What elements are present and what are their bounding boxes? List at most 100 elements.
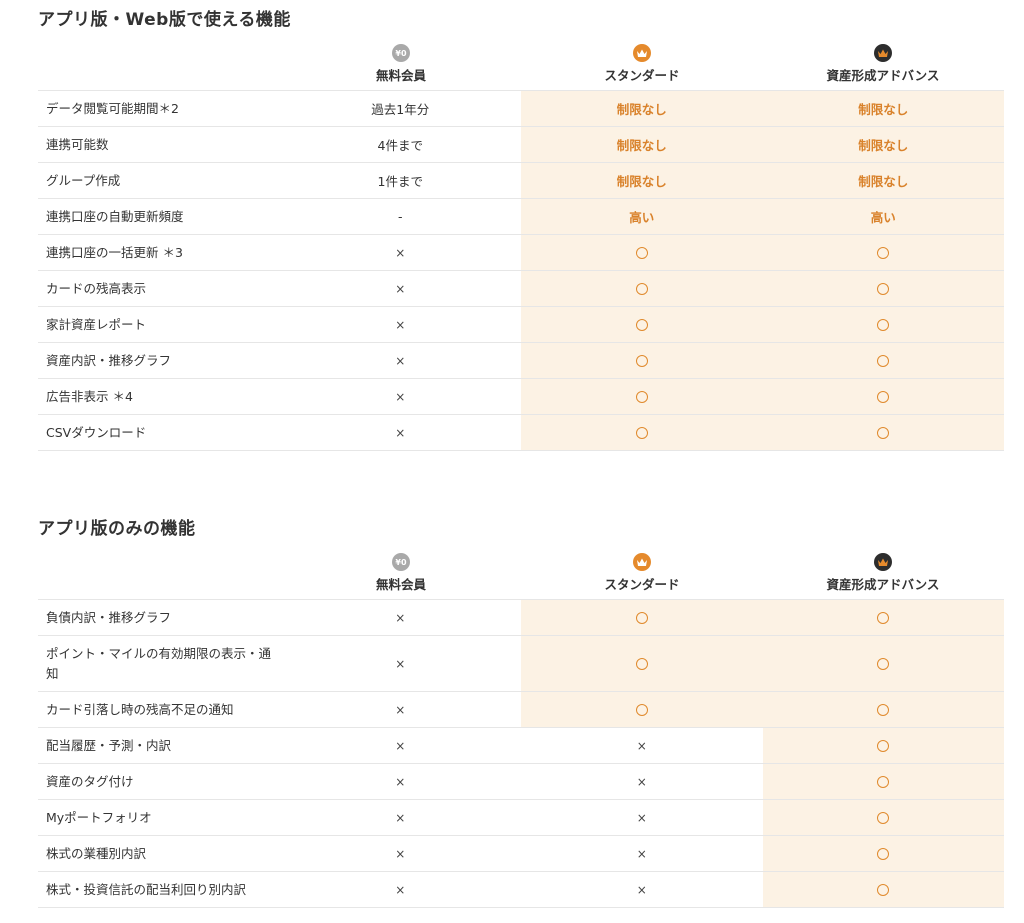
cross-mark: ×: [395, 882, 406, 897]
section-title: アプリ版のみの機能: [38, 519, 196, 539]
table-row: 連携口座の自動更新頻度 - 高い 高い: [38, 199, 1005, 235]
value-free: ×: [280, 235, 522, 270]
value-standard: [521, 415, 763, 450]
value-standard: [521, 600, 763, 635]
feature-label: 配当履歴・予測・内訳: [46, 737, 172, 753]
check-circle-icon: [877, 847, 890, 860]
value-standard: ×: [521, 872, 763, 907]
check-circle-icon: [635, 318, 648, 331]
cross-mark: ×: [395, 774, 406, 789]
cross-mark: ×: [395, 810, 406, 825]
crown-icon: [633, 553, 651, 571]
table-row: カードの残高表示 ×: [38, 271, 1005, 307]
table-row: 株式・投資信託の配当利回り別内訳 × ×: [38, 872, 1005, 908]
plan-standard: スタンダード: [521, 44, 763, 84]
value-text: 制限なし: [616, 138, 667, 153]
cross-mark: ×: [395, 656, 406, 671]
value-advance: [762, 636, 1005, 691]
value-text: 制限なし: [858, 138, 909, 153]
value-standard: [521, 235, 763, 270]
cross-mark: ×: [636, 846, 647, 861]
value-free: ×: [280, 728, 522, 763]
plan-label-standard: スタンダード: [604, 577, 680, 592]
value-free: ×: [280, 415, 522, 450]
cross-mark: ×: [395, 610, 406, 625]
feature-label: 負債内訳・推移グラフ: [46, 609, 172, 625]
value-text: 4件まで: [377, 138, 423, 153]
table-row: 株式の業種別内訳 × ×: [38, 836, 1005, 872]
plan-label-standard: スタンダード: [604, 68, 680, 83]
value-advance: [762, 836, 1005, 871]
value-standard: ×: [521, 728, 763, 763]
cross-mark: ×: [395, 702, 406, 717]
table-row: 資産のタグ付け × ×: [38, 764, 1005, 800]
value-advance: [762, 415, 1005, 450]
check-circle-icon: [877, 657, 890, 670]
check-circle-icon: [635, 703, 648, 716]
value-advance: [762, 379, 1005, 414]
table-row: データ閲覧可能期間＊2 過去1年分 制限なし 制限なし: [38, 91, 1005, 127]
value-standard: [521, 271, 763, 306]
value-text: 高い: [870, 210, 896, 225]
value-free: ×: [280, 307, 522, 342]
value-text: 1件まで: [377, 174, 423, 189]
check-circle-icon: [635, 426, 648, 439]
value-free: -: [280, 199, 522, 234]
yen-badge-icon: ¥0: [392, 553, 410, 571]
value-standard: [521, 343, 763, 378]
value-standard: 制限なし: [521, 127, 763, 162]
cross-mark: ×: [636, 882, 647, 897]
feature-label: 株式・投資信託の配当利回り別内訳: [46, 881, 247, 897]
table-row: 連携口座の一括更新 ＊3 ×: [38, 235, 1005, 271]
value-advance: [762, 307, 1005, 342]
value-standard: 制限なし: [521, 163, 763, 198]
plan-free: ¥0 無料会員: [280, 44, 522, 84]
check-circle-icon: [877, 703, 890, 716]
cross-mark: ×: [636, 774, 647, 789]
check-circle-icon: [877, 739, 890, 752]
cross-mark: ×: [395, 353, 406, 368]
value-text: 過去1年分: [371, 102, 430, 117]
value-free: 4件まで: [280, 127, 522, 162]
value-advance: [762, 800, 1005, 835]
check-circle-icon: [635, 657, 648, 670]
check-circle-icon: [635, 282, 648, 295]
table-row: ポイント・マイルの有効期限の表示・通知 ×: [38, 636, 1005, 692]
value-free: ×: [280, 692, 522, 727]
check-circle-icon: [635, 246, 648, 259]
check-circle-icon: [635, 390, 648, 403]
value-advance: [762, 600, 1005, 635]
value-advance: [762, 728, 1005, 763]
table-row: 広告非表示 ＊4 ×: [38, 379, 1005, 415]
table-row: グループ作成 1件まで 制限なし 制限なし: [38, 163, 1005, 199]
table-row: 配当履歴・予測・内訳 × ×: [38, 728, 1005, 764]
value-advance: 制限なし: [762, 127, 1005, 162]
section-title: アプリ版・Web版で使える機能: [38, 10, 291, 30]
value-standard: 高い: [521, 199, 763, 234]
value-text: 制限なし: [616, 174, 667, 189]
crown-icon: [874, 553, 892, 571]
feature-label: 資産内訳・推移グラフ: [46, 352, 172, 368]
value-standard: [521, 636, 763, 691]
value-advance: [762, 343, 1005, 378]
value-text: 高い: [629, 210, 655, 225]
feature-table: データ閲覧可能期間＊2 過去1年分 制限なし 制限なし 連携可能数 4件まで 制限なし 制限な…: [38, 90, 1005, 451]
value-free: ×: [280, 872, 522, 907]
crown-icon: [874, 44, 892, 62]
value-free: ×: [280, 379, 522, 414]
cross-mark: ×: [636, 738, 647, 753]
feature-label: Myポートフォリオ: [46, 809, 152, 825]
value-free: ×: [280, 343, 522, 378]
feature-label: カードの残高表示: [46, 280, 147, 296]
value-advance: 制限なし: [762, 163, 1005, 198]
plan-advance: 資産形成アドバンス: [762, 44, 1004, 84]
check-circle-icon: [877, 246, 890, 259]
cross-mark: ×: [636, 810, 647, 825]
value-advance: 制限なし: [762, 91, 1005, 126]
check-circle-icon: [877, 811, 890, 824]
check-circle-icon: [877, 775, 890, 788]
table-row: 連携可能数 4件まで 制限なし 制限なし: [38, 127, 1005, 163]
feature-label: CSVダウンロード: [46, 424, 147, 440]
value-free: ×: [280, 836, 522, 871]
value-advance: [762, 235, 1005, 270]
